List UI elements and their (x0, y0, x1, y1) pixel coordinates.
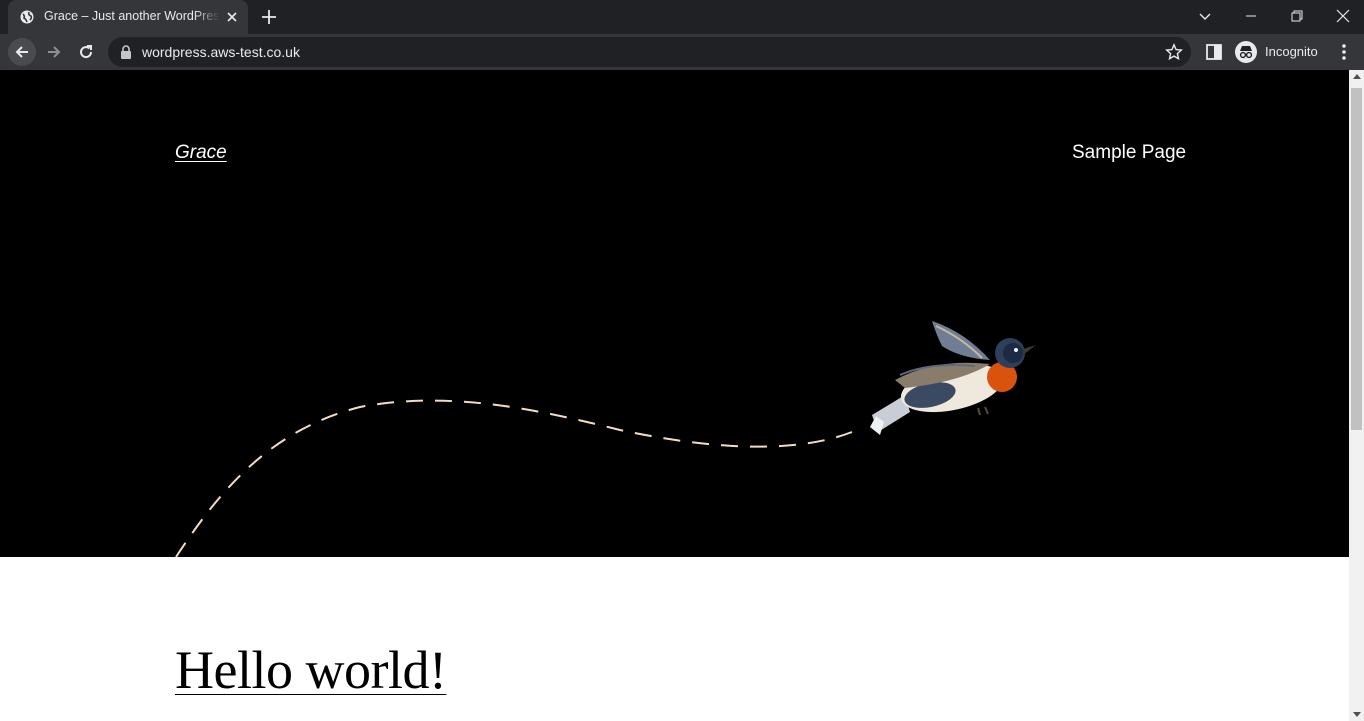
scroll-down-arrow-icon[interactable] (1353, 712, 1361, 717)
close-icon (1336, 9, 1350, 23)
new-tab-button[interactable] (260, 8, 278, 26)
arrow-right-icon (48, 46, 61, 58)
incognito-icon (1235, 41, 1257, 63)
minimize-button[interactable] (1228, 0, 1274, 32)
kebab-menu-icon[interactable] (1334, 42, 1354, 62)
restore-button[interactable] (1274, 0, 1320, 32)
star-icon[interactable] (1165, 43, 1183, 61)
tab-title: Grace – Just another WordPress site (44, 9, 220, 23)
reload-button[interactable] (72, 38, 100, 66)
chevron-down-icon (1199, 13, 1211, 20)
close-tab-icon[interactable] (224, 9, 240, 25)
url-text[interactable]: wordpress.aws-test.co.uk (142, 44, 300, 60)
hero-banner: Grace Sample Page (0, 70, 1349, 557)
browser-tab[interactable]: Grace – Just another WordPress site (8, 0, 248, 34)
browser-toolbar: wordpress.aws-test.co.uk Incognito (0, 34, 1364, 70)
bird-flight-illustration (175, 321, 1036, 557)
forward-button[interactable] (40, 38, 68, 66)
minimize-icon (1246, 15, 1256, 17)
side-panel-icon[interactable] (1205, 43, 1223, 61)
globe-icon (20, 10, 34, 24)
incognito-label: Incognito (1265, 44, 1318, 59)
tab-search-button[interactable] (1182, 0, 1228, 32)
restore-icon (1291, 10, 1303, 22)
page-viewport: Grace Sample Page Hello world! (0, 70, 1349, 721)
arrow-left-icon (15, 46, 28, 58)
reload-icon (80, 45, 93, 59)
back-button[interactable] (8, 38, 36, 66)
incognito-profile-button[interactable]: Incognito (1232, 38, 1324, 66)
scrollbar-thumb[interactable] (1351, 88, 1362, 430)
tab-strip: Grace – Just another WordPress site (0, 0, 1364, 34)
page-scrollbar[interactable] (1349, 70, 1364, 721)
flight-path (175, 399, 853, 557)
close-window-button[interactable] (1320, 0, 1364, 32)
lock-icon[interactable] (120, 45, 132, 59)
bird-icon (870, 321, 1036, 435)
post-title-link[interactable]: Hello world! (175, 643, 447, 697)
address-bar[interactable]: wordpress.aws-test.co.uk (108, 37, 1191, 67)
scroll-up-arrow-icon[interactable] (1353, 74, 1361, 79)
